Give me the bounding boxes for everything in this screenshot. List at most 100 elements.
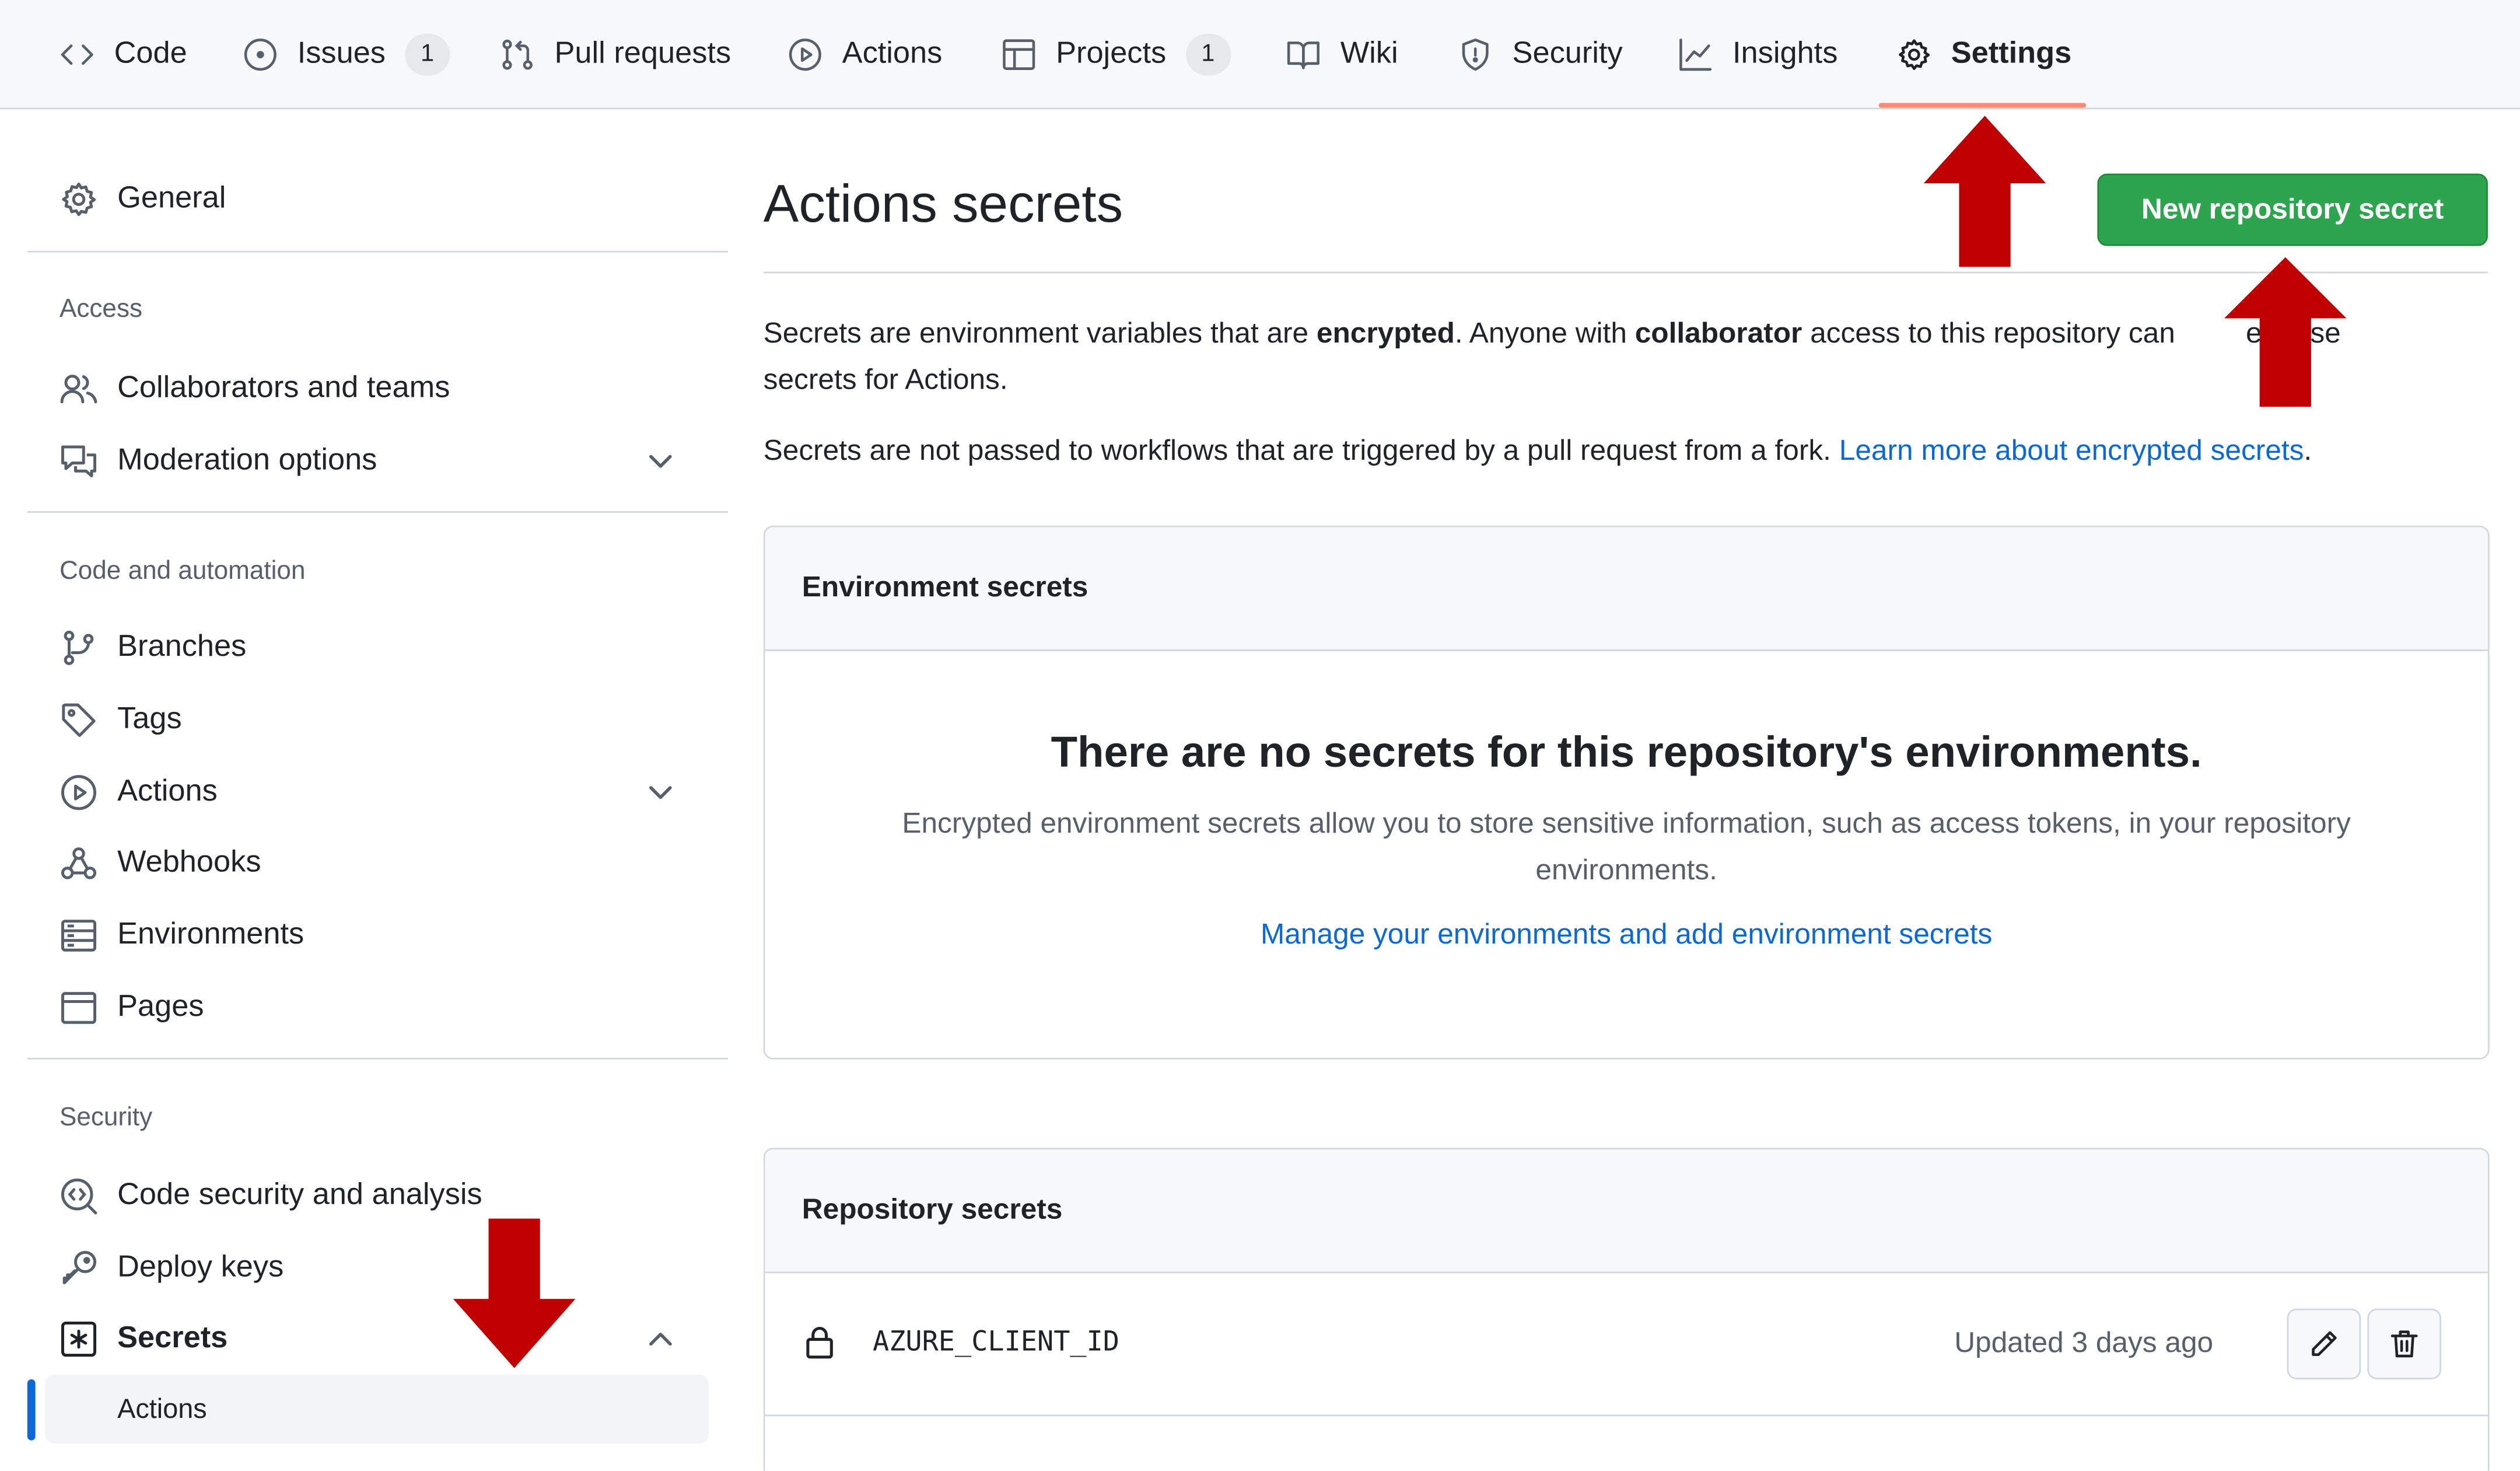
annotation-arrow-down-icon — [453, 1218, 576, 1368]
chevron-down-icon — [649, 786, 672, 799]
git-branch-icon — [64, 630, 94, 665]
sidebar-item-label: Code security and analysis — [117, 1178, 482, 1213]
sidebar-heading-access: Access — [59, 295, 143, 323]
intro-text: Secrets are environment variables that a… — [763, 316, 1317, 349]
comment-discussion-icon — [61, 445, 97, 477]
sidebar-item-environments[interactable]: Environments — [60, 909, 702, 963]
intro-bold-encrypted: encrypted — [1316, 316, 1455, 349]
sidebar-divider — [27, 1057, 729, 1060]
sidebar-item-label: Tags — [117, 702, 182, 736]
new-repository-secret-button[interactable]: New repository secret — [2097, 173, 2488, 246]
tab-label: Actions — [842, 37, 943, 71]
annotation-arrow-up-icon — [1923, 116, 2046, 267]
selected-tab-underline — [1878, 103, 2087, 108]
counter-badge: 1 — [1185, 33, 1231, 76]
empty-state-text: Encrypted environment secrets allow you … — [902, 807, 2351, 840]
tab-pull-requests[interactable]: Pull requests — [500, 27, 731, 82]
gear-icon — [62, 182, 96, 216]
tag-icon — [62, 703, 96, 737]
secret-updated-time: Updated 3 days ago — [1954, 1326, 2214, 1359]
sidebar-item-pages[interactable]: Pages — [60, 981, 702, 1036]
tab-security[interactable]: Security — [1458, 27, 1623, 82]
server-icon — [61, 920, 97, 952]
tab-insights[interactable]: Insights — [1678, 27, 1838, 82]
empty-state-description: Encrypted environment secrets allow you … — [765, 801, 2487, 894]
people-icon — [60, 375, 97, 404]
annotation-arrow-up-icon — [2224, 257, 2347, 407]
sidebar-item-webhooks[interactable]: Webhooks — [60, 836, 702, 891]
sidebar-divider — [27, 511, 729, 513]
sidebar-heading-security: Security — [59, 1104, 153, 1132]
key-asterisk-icon — [61, 1321, 97, 1357]
sidebar-item-label: Pages — [117, 990, 204, 1024]
manage-environments-link[interactable]: Manage your environments and add environ… — [1261, 918, 1992, 950]
sidebar-item-deploy-keys[interactable]: Deploy keys — [60, 1241, 702, 1296]
chevron-up-icon — [649, 1332, 672, 1346]
sidebar-item-label: Collaborators and teams — [117, 371, 450, 406]
environment-secrets-title: Environment secrets — [802, 571, 1088, 603]
graph-icon — [1679, 39, 1712, 71]
tab-wiki[interactable]: Wiki — [1286, 27, 1398, 82]
sidebar-item-general[interactable]: General — [60, 172, 702, 227]
play-icon — [61, 775, 97, 810]
empty-state-text: environments. — [1535, 853, 1717, 886]
tab-label: Code — [114, 37, 187, 71]
sidebar-item-branches[interactable]: Branches — [60, 620, 702, 675]
fork-note-text: Secrets are not passed to workflows that… — [763, 434, 1839, 466]
sidebar-item-label: Secrets — [117, 1321, 228, 1355]
sidebar-item-moderation-options[interactable]: Moderation options — [60, 434, 702, 489]
secret-name: AZURE_CLIENT_ID — [873, 1326, 1120, 1359]
sidebar-item-label: Deploy keys — [117, 1250, 284, 1285]
sidebar-item-label: Branches — [117, 630, 247, 664]
box-header: Repository secrets — [765, 1149, 2488, 1274]
sidebar-item-code-security[interactable]: Code security and analysis — [60, 1169, 702, 1224]
repo-nav-bar: Code Issues 1 Pull requests Actions Proj… — [0, 0, 2520, 110]
sidebar-item-label: Actions — [117, 774, 218, 809]
tab-projects[interactable]: Projects 1 — [1001, 27, 1231, 82]
sidebar-item-label: Environments — [117, 918, 304, 952]
tab-issues[interactable]: Issues 1 — [243, 27, 450, 82]
tab-label: Issues — [297, 37, 386, 71]
delete-secret-button[interactable] — [2367, 1308, 2441, 1379]
pencil-icon — [2312, 1331, 2337, 1356]
page: Code Issues 1 Pull requests Actions Proj… — [0, 0, 2520, 1471]
play-icon — [789, 39, 821, 71]
webhook-icon — [61, 847, 97, 879]
table-row: AZURE_CLIENT_ID Updated 3 days ago — [765, 1273, 2488, 1417]
intro-bold-collaborator: collaborator — [1634, 316, 1803, 349]
book-icon — [1287, 41, 1320, 69]
empty-state-title: There are no secrets for this repository… — [1051, 728, 2202, 777]
edit-secret-button[interactable] — [2287, 1308, 2361, 1379]
sidebar-item-secrets[interactable]: Secrets — [60, 1312, 702, 1367]
tab-label: Settings — [1951, 37, 2072, 71]
code-icon — [61, 44, 93, 65]
tab-settings[interactable]: Settings — [1896, 27, 2071, 82]
sidebar-item-collaborators[interactable]: Collaborators and teams — [60, 362, 702, 417]
manage-environments-link-wrap: Manage your environments and add environ… — [765, 918, 2487, 952]
gear-icon — [1899, 39, 1930, 70]
sidebar-subitem-label: Actions — [117, 1393, 207, 1425]
sidebar-item-label: Moderation options — [117, 443, 377, 478]
tab-label: Security — [1512, 37, 1623, 71]
chevron-down-icon — [649, 455, 672, 468]
intro-text: secrets for Actions. — [763, 363, 1008, 396]
active-item-indicator — [27, 1379, 36, 1441]
tab-label: Insights — [1732, 37, 1838, 71]
learn-more-encrypted-secrets-link[interactable]: Learn more about encrypted secrets — [1839, 434, 2304, 466]
key-icon — [62, 1250, 97, 1285]
codescan-icon — [61, 1178, 97, 1215]
tab-actions[interactable]: Actions — [788, 27, 942, 82]
issue-opened-icon — [244, 39, 276, 71]
sidebar-item-label: General — [117, 181, 226, 216]
sidebar-item-label: Webhooks — [117, 845, 261, 880]
trash-icon — [2390, 1330, 2418, 1358]
tab-label: Wiki — [1340, 37, 1398, 71]
sidebar-item-tags[interactable]: Tags — [60, 693, 702, 747]
tab-code[interactable]: Code — [60, 27, 187, 82]
table-icon — [1003, 39, 1035, 70]
sidebar-subitem-secrets-actions[interactable]: Actions — [45, 1374, 709, 1444]
git-pull-request-icon — [502, 39, 533, 70]
tab-label: Projects — [1056, 37, 1167, 71]
sidebar-item-actions[interactable]: Actions — [60, 765, 702, 820]
environment-secrets-box: Environment secrets There are no secrets… — [763, 525, 2490, 1060]
